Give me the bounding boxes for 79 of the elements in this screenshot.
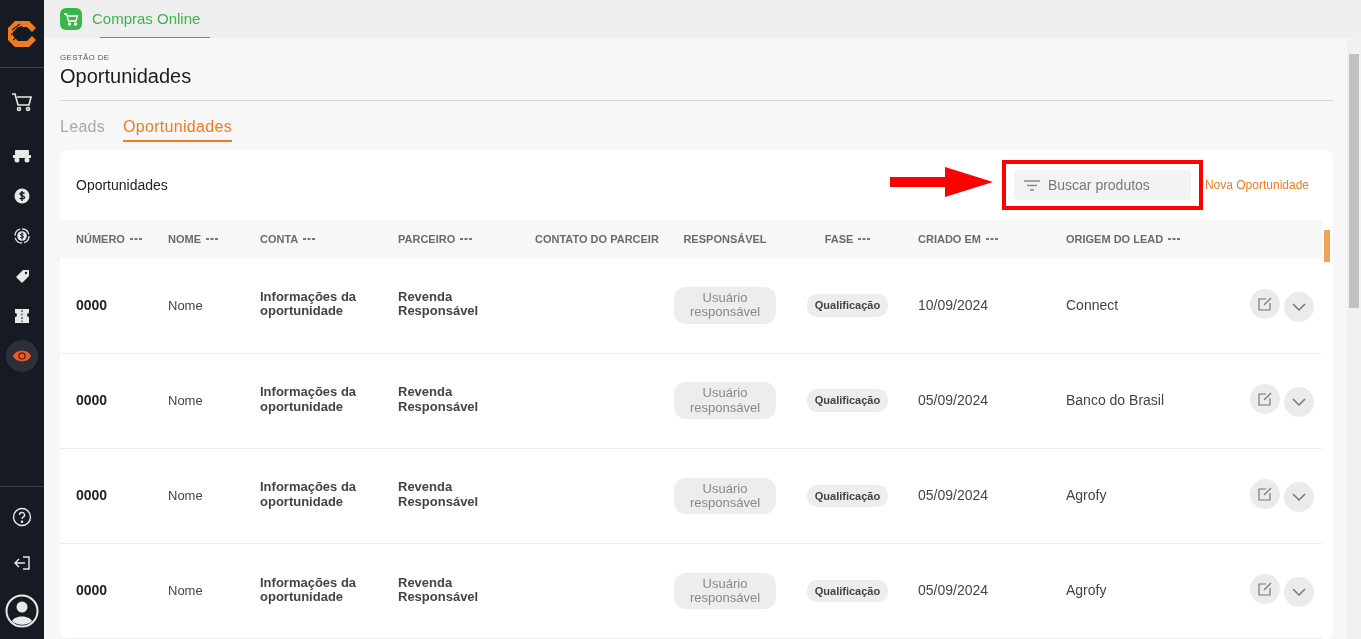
table-scrollbar-thumb[interactable]	[1324, 230, 1330, 262]
created-date: 05/09/2024	[918, 392, 989, 409]
more-icon[interactable]	[858, 237, 871, 241]
account-info: Informações da oportunidade	[260, 480, 358, 509]
edit-icon	[1258, 296, 1272, 311]
coin-cycle-icon	[14, 228, 30, 244]
chevron-down-icon	[1292, 302, 1306, 311]
edit-button[interactable]	[1250, 288, 1280, 319]
more-icon[interactable]	[460, 237, 473, 241]
opportunity-name: Nome	[168, 583, 203, 599]
more-icon[interactable]	[1168, 237, 1181, 241]
partner-name: Revenda Responsável	[398, 575, 480, 605]
chevron-down-icon	[1292, 493, 1306, 502]
edit-icon	[1258, 582, 1272, 597]
more-icon[interactable]	[129, 237, 142, 241]
phase-badge: Qualificação	[806, 389, 889, 412]
phase-badge: Qualificação	[806, 484, 889, 508]
logout-icon[interactable]	[13, 555, 31, 571]
dollar-coin-icon	[14, 188, 30, 204]
tab[interactable]: Oportunidades	[123, 115, 232, 142]
lead-origin: Connect	[1066, 296, 1119, 313]
created-date: 10/09/2024	[918, 296, 989, 313]
partner-name: Revenda Responsável	[398, 385, 480, 414]
chevron-down-icon	[1292, 588, 1306, 597]
opportunity-name: Nome	[168, 297, 203, 313]
card-title: Oportunidades	[76, 175, 168, 195]
lead-origin: Banco do Brasil	[1066, 392, 1165, 409]
page-eyebrow: GESTÃO DE	[60, 52, 111, 64]
responsible-user: Usuário responsável	[674, 572, 776, 610]
cart-icon	[60, 8, 82, 30]
logo-icon[interactable]	[7, 19, 37, 48]
column-header[interactable]: CONTA	[260, 230, 299, 248]
lead-origin: Agrofy	[1066, 582, 1107, 599]
edit-icon	[1258, 392, 1272, 407]
created-date: 05/09/2024	[918, 582, 989, 599]
account-info: Informações da oportunidade	[260, 385, 358, 414]
more-icon[interactable]	[206, 237, 218, 241]
opportunity-name: Nome	[168, 488, 203, 504]
new-opportunity-link[interactable]: Nova Oportunidade	[1204, 176, 1309, 194]
cart-icon	[11, 92, 33, 112]
edit-button[interactable]	[1250, 574, 1280, 605]
tractor-icon	[13, 149, 31, 163]
more-icon[interactable]	[985, 237, 998, 241]
column-header[interactable]: NOME	[168, 230, 201, 248]
ticket-icon	[15, 309, 29, 323]
phase-badge: Qualificação	[806, 579, 889, 603]
edit-icon	[1258, 487, 1272, 502]
created-date: 05/09/2024	[918, 487, 989, 504]
eye-icon	[13, 350, 31, 362]
account-info: Informações da oportunidade	[260, 575, 358, 605]
edit-button[interactable]	[1250, 384, 1280, 415]
help-icon[interactable]	[12, 507, 32, 527]
lead-origin: Agrofy	[1066, 487, 1107, 504]
responsible-user: Usuário responsável	[674, 382, 776, 419]
filter-icon	[1023, 180, 1040, 191]
partner-name: Revenda Responsável	[398, 289, 480, 319]
responsible-user: Usuário responsável	[674, 477, 776, 515]
expand-button[interactable]	[1284, 577, 1314, 608]
expand-button[interactable]	[1284, 482, 1314, 513]
opportunity-number: 0000	[76, 392, 108, 409]
chevron-down-icon	[1292, 398, 1306, 407]
page-scrollbar[interactable]	[1347, 38, 1361, 639]
expand-button[interactable]	[1284, 387, 1314, 418]
opportunity-number: 0000	[76, 487, 108, 504]
expand-button[interactable]	[1284, 291, 1314, 322]
edit-button[interactable]	[1250, 479, 1280, 510]
responsible-user: Usuário responsável	[674, 287, 776, 324]
opportunity-number: 0000	[76, 582, 108, 599]
search-field[interactable]: Buscar produtos	[1013, 170, 1191, 200]
phase-badge: Qualificação	[806, 294, 889, 317]
opportunity-name: Nome	[168, 392, 203, 408]
page-title: Oportunidades	[60, 64, 193, 88]
partner-name: Revenda Responsável	[398, 480, 480, 509]
column-header[interactable]: FASE	[824, 230, 854, 248]
more-icon[interactable]	[303, 237, 316, 241]
account-info: Informações da oportunidade	[260, 289, 358, 319]
tag-icon	[14, 268, 30, 284]
avatar-icon[interactable]	[5, 594, 39, 628]
opportunity-number: 0000	[76, 296, 108, 313]
